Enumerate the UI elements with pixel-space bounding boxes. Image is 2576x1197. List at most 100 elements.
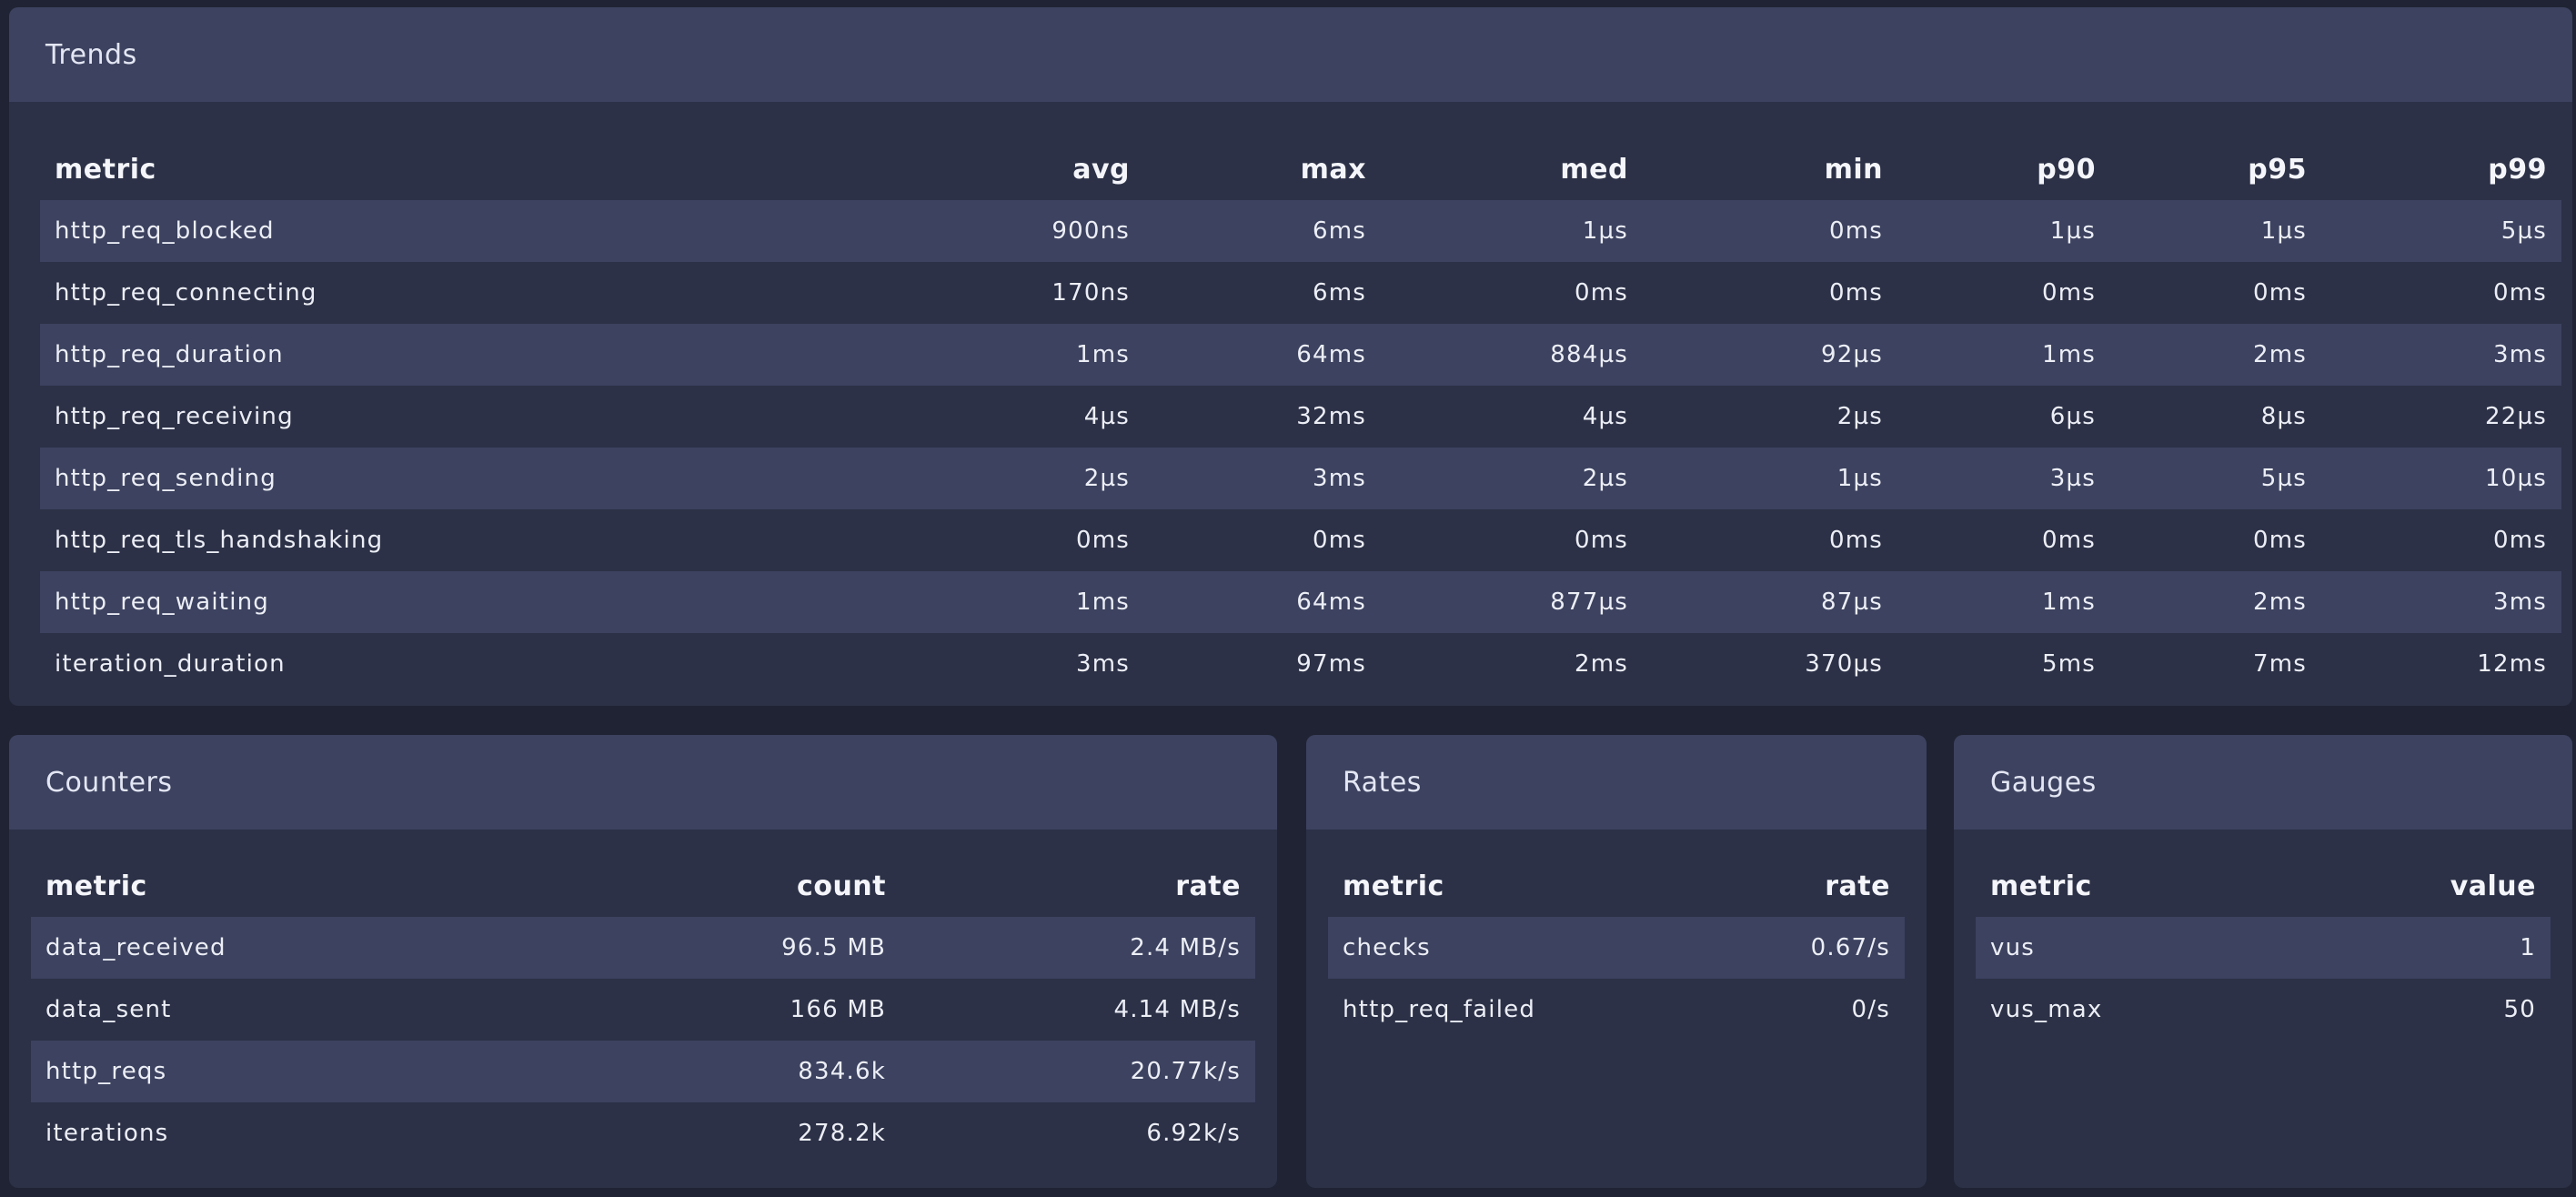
column-header-metric[interactable]: metric (31, 855, 540, 917)
p95-value: 8µs (2260, 403, 2307, 430)
avg-value: 4µs (1083, 403, 1130, 430)
table-row: http_req_sending 2µs 3ms 2µs 1µs 3µs 5µs… (40, 448, 2561, 509)
gauges-panel-title: Gauges (1954, 735, 2572, 830)
avg-value: 900ns (913, 200, 1144, 262)
column-header-p90[interactable]: p90 (1897, 138, 2110, 200)
table-row: data_received 96.5 MB 2.4 MB/s (31, 917, 1255, 979)
table-row: data_sent 166 MB 4.14 MB/s (31, 979, 1255, 1041)
med-value: 2µs (1381, 448, 1643, 509)
column-header-min[interactable]: min (1643, 138, 1897, 200)
counters-panel-title: Counters (9, 735, 1277, 830)
med-value: 877µs (1381, 571, 1643, 633)
column-header-rate[interactable]: rate (901, 855, 1255, 917)
min-value: 1µs (1643, 448, 1897, 509)
gauges-table: metric value vus 1 vus_max 50 (1976, 855, 2551, 1041)
count-value: 278.2k (798, 1120, 886, 1147)
p90-value: 5ms (2041, 650, 2096, 678)
table-row: http_req_waiting 1ms 64ms 877µs 87µs 1ms… (40, 571, 2561, 633)
med-value: 1µs (1381, 200, 1643, 262)
avg-value: 0ms (1075, 527, 1130, 554)
metric-name: data_sent (45, 996, 172, 1023)
rate-value: 4.14 MB/s (1113, 996, 1241, 1023)
min-value: 87µs (1643, 571, 1897, 633)
column-header-avg[interactable]: avg (913, 138, 1144, 200)
med-value: 0ms (1574, 279, 1628, 307)
column-header-metric[interactable]: metric (1976, 855, 2303, 917)
avg-value: 1ms (913, 571, 1144, 633)
column-header-metric[interactable]: metric (40, 138, 913, 200)
p99-value: 22µs (2485, 403, 2547, 430)
p99-value: 10µs (2321, 448, 2561, 509)
column-header-max[interactable]: max (1144, 138, 1381, 200)
metric-name: vus_max (1990, 996, 2103, 1023)
rates-panel-title: Rates (1306, 735, 1927, 830)
table-row: http_reqs 834.6k 20.77k/s (31, 1041, 1255, 1102)
med-value: 4µs (1582, 403, 1628, 430)
p99-value: 0ms (2492, 527, 2547, 554)
metric-name: iterations (45, 1120, 169, 1147)
p95-value: 2ms (2110, 324, 2321, 386)
rate-value: 20.77k/s (901, 1041, 1255, 1102)
min-value: 370µs (1805, 650, 1883, 678)
p99-value: 3ms (2321, 324, 2561, 386)
trends-table: metric avg max med min p90 p95 p99 http_… (40, 138, 2561, 695)
p95-value: 5µs (2110, 448, 2321, 509)
rate-value: 2.4 MB/s (901, 917, 1255, 979)
metric-name: http_req_duration (40, 324, 913, 386)
trends-panel-title: Trends (9, 7, 2572, 102)
avg-value: 170ns (1052, 279, 1130, 307)
p95-value: 0ms (2252, 279, 2307, 307)
count-value: 96.5 MB (540, 917, 901, 979)
p90-value: 1µs (1897, 200, 2110, 262)
rate-value: 0.67/s (1655, 917, 1905, 979)
p90-value: 0ms (2041, 279, 2096, 307)
table-row: checks 0.67/s (1328, 917, 1905, 979)
column-header-p99[interactable]: p99 (2321, 138, 2561, 200)
avg-value: 3ms (1075, 650, 1130, 678)
gauges-header-row: metric value (1976, 855, 2551, 917)
metric-name: checks (1328, 917, 1655, 979)
rate-value: 6.92k/s (1146, 1120, 1241, 1147)
table-row: http_req_failed 0/s (1328, 979, 1905, 1041)
table-row: http_req_receiving 4µs 32ms 4µs 2µs 6µs … (40, 386, 2561, 448)
max-value: 0ms (1312, 527, 1366, 554)
column-header-med[interactable]: med (1381, 138, 1643, 200)
table-row: vus 1 (1976, 917, 2551, 979)
avg-value: 1ms (913, 324, 1144, 386)
column-header-value[interactable]: value (2303, 855, 2551, 917)
p95-value: 2ms (2110, 571, 2321, 633)
metric-name: http_req_blocked (40, 200, 913, 262)
metric-name: http_req_receiving (55, 403, 294, 430)
gauge-value: 1 (2303, 917, 2551, 979)
p95-value: 7ms (2252, 650, 2307, 678)
count-value: 166 MB (790, 996, 886, 1023)
p90-value: 1ms (1897, 324, 2110, 386)
p90-value: 0ms (2041, 527, 2096, 554)
max-value: 3ms (1144, 448, 1381, 509)
rate-value: 0/s (1851, 996, 1890, 1023)
column-header-count[interactable]: count (540, 855, 901, 917)
p99-value: 0ms (2492, 279, 2547, 307)
column-header-rate[interactable]: rate (1655, 855, 1905, 917)
max-value: 6ms (1312, 279, 1366, 307)
p90-value: 3µs (1897, 448, 2110, 509)
avg-value: 2µs (913, 448, 1144, 509)
min-value: 2µs (1836, 403, 1883, 430)
column-header-metric[interactable]: metric (1328, 855, 1655, 917)
count-value: 834.6k (540, 1041, 901, 1102)
table-row: vus_max 50 (1976, 979, 2551, 1041)
metric-name: iteration_duration (55, 650, 286, 678)
metric-name: http_req_connecting (55, 279, 317, 307)
column-header-p95[interactable]: p95 (2110, 138, 2321, 200)
table-row: iteration_duration 3ms 97ms 2ms 370µs 5m… (40, 633, 2561, 695)
max-value: 32ms (1296, 403, 1366, 430)
metric-name: http_req_waiting (40, 571, 913, 633)
metric-name: vus (1976, 917, 2303, 979)
counters-header-row: metric count rate (31, 855, 1255, 917)
p99-value: 5µs (2321, 200, 2561, 262)
max-value: 97ms (1296, 650, 1366, 678)
trends-header-row: metric avg max med min p90 p95 p99 (40, 138, 2561, 200)
metric-name: http_req_sending (40, 448, 913, 509)
table-row: http_req_tls_handshaking 0ms 0ms 0ms 0ms… (40, 509, 2561, 571)
p99-value: 12ms (2477, 650, 2547, 678)
